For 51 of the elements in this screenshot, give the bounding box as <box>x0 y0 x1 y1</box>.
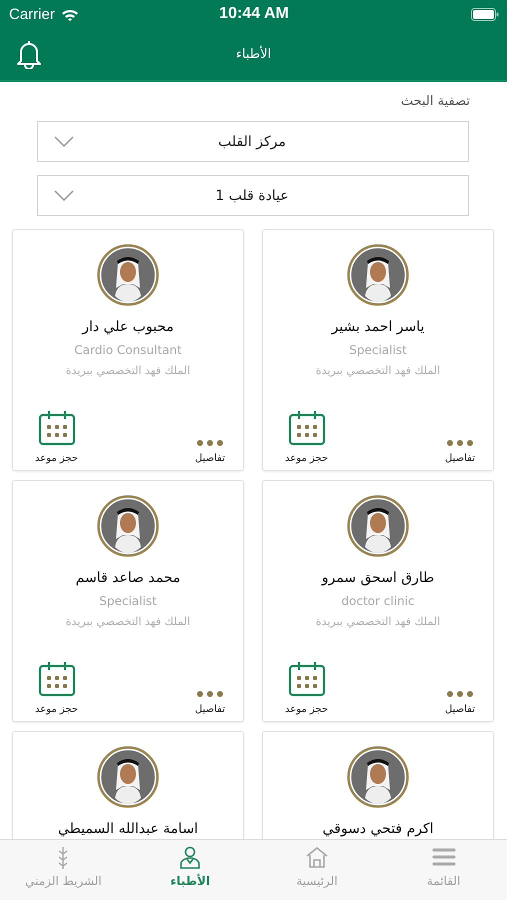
calendar-icon <box>288 410 326 446</box>
chevron-down-icon <box>54 190 74 201</box>
screen-title: الأطباء <box>234 46 272 62</box>
dropdown[interactable]: مركز القلب <box>37 121 469 162</box>
details-button[interactable]: تفاصيل <box>195 440 225 464</box>
avatar-icon <box>347 495 409 557</box>
wifi-icon <box>60 8 79 20</box>
avatar-icon <box>347 746 409 808</box>
doctor-specialty: Specialist <box>349 343 407 357</box>
dots-icon <box>447 691 474 697</box>
doctor-name: محبوب علي دار <box>82 319 174 335</box>
hospital-name: الملك فهد التخصصي ببريدة <box>316 615 440 628</box>
book-appointment-button[interactable]: حجز موعد <box>285 661 328 715</box>
calendar-icon <box>288 661 326 697</box>
doctor-specialty: Cardio Consultant <box>74 343 182 357</box>
avatar-icon <box>97 244 159 306</box>
doctor-specialty: doctor clinic <box>341 594 415 608</box>
dots-icon <box>197 691 224 697</box>
avatar-icon <box>347 244 409 306</box>
avatar-icon <box>97 495 159 557</box>
status-time: 10:44 AM <box>219 5 289 23</box>
home-icon <box>304 846 329 870</box>
notification-button[interactable] <box>15 39 43 69</box>
carrier-name: Carrier <box>9 6 55 22</box>
details-button[interactable]: تفاصيل <box>195 691 225 715</box>
dots-icon <box>197 440 224 446</box>
hospital-name: الملك فهد التخصصي ببريدة <box>66 364 190 377</box>
details-button[interactable]: تفاصيل <box>445 691 475 715</box>
hospital-name: الملك فهد التخصصي ببريدة <box>66 615 190 628</box>
doctor-icon <box>178 846 202 870</box>
doctor-specialty: Specialist <box>99 594 157 608</box>
book-appointment-button[interactable]: حجز موعد <box>35 410 78 464</box>
calendar-icon <box>38 661 76 697</box>
battery-icon <box>471 8 499 20</box>
doctor-name: اسامة عبدالله السميطي <box>58 821 198 837</box>
doctor-name: محمد صاعد قاسم <box>76 570 180 586</box>
book-appointment-button[interactable]: حجز موعد <box>285 410 328 464</box>
hospital-name: الملك فهد التخصصي ببريدة <box>316 364 440 377</box>
details-button[interactable]: تفاصيل <box>445 440 475 464</box>
chevron-down-icon <box>54 136 74 147</box>
tab-item[interactable]: الأطباء <box>126 840 254 900</box>
avatar-icon <box>97 746 159 808</box>
bell-icon <box>15 39 43 69</box>
doctor-name: ياسر احمد بشير <box>332 319 424 335</box>
calendar-icon <box>38 410 76 446</box>
book-appointment-button[interactable]: حجز موعد <box>35 661 78 715</box>
doctor-name: اكرم فتحي دسوقي <box>322 821 434 837</box>
dropdown[interactable]: عيادة قلب 1 <box>37 175 469 216</box>
dots-icon <box>447 440 474 446</box>
doctor-name: طارق اسحق سمرو <box>322 570 434 586</box>
filter-label: تصفية البحث <box>400 94 470 109</box>
